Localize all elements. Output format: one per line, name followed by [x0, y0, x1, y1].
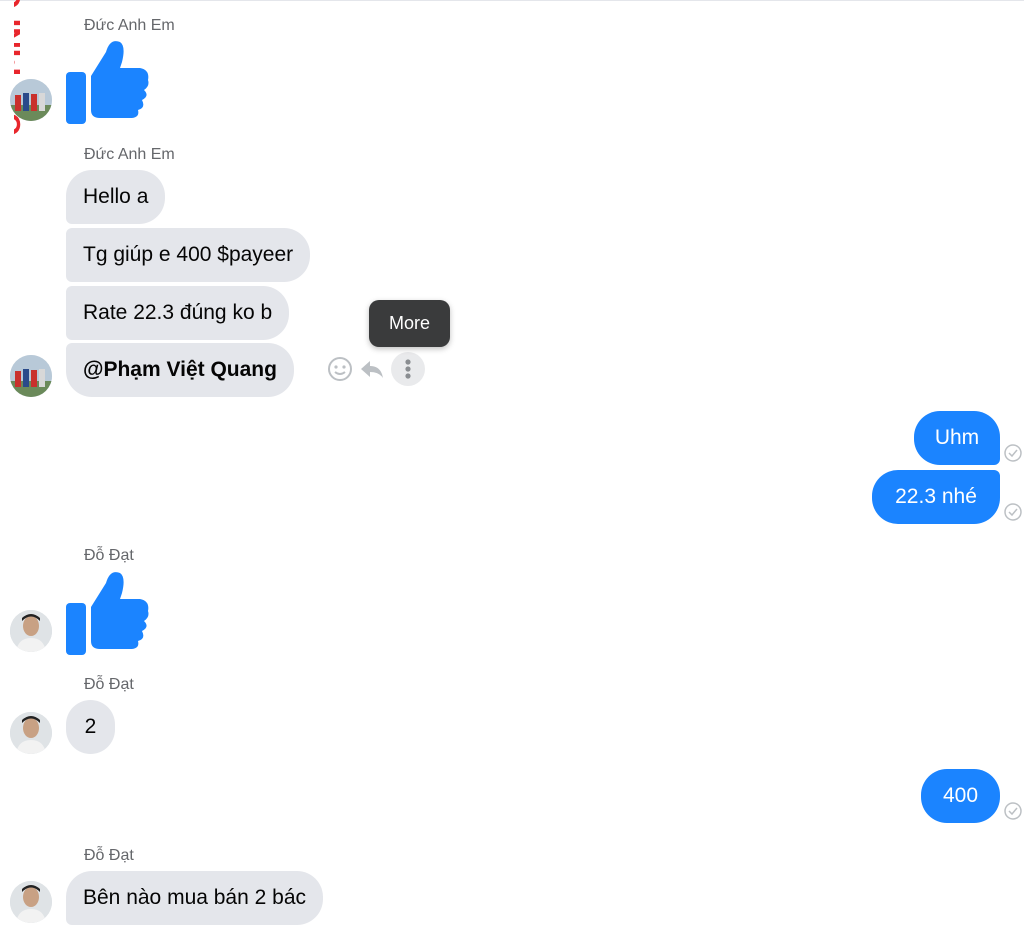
sent-check-icon — [1004, 444, 1022, 462]
sent-check-icon — [1004, 802, 1022, 820]
reply-arrow-icon[interactable] — [355, 352, 389, 386]
sender-name: Đỗ Đạt — [84, 847, 134, 864]
sent-check-icon — [1004, 503, 1022, 521]
message-bubble[interactable]: Tg giúp e 400 $payeer — [66, 228, 311, 282]
message-bubble-outgoing[interactable]: 22.3 nhé — [872, 470, 1000, 524]
message-bubble-outgoing[interactable]: 400 — [921, 769, 1000, 823]
message-bubble-outgoing[interactable]: Uhm — [914, 411, 1000, 465]
avatar[interactable] — [10, 355, 52, 397]
message-bubble[interactable]: Bên nào mua bán 2 bác — [66, 871, 324, 925]
avatar[interactable] — [10, 610, 52, 652]
avatar[interactable] — [10, 79, 52, 121]
message-bubble[interactable]: @Phạm Việt Quang — [66, 343, 294, 397]
avatar[interactable] — [10, 881, 52, 923]
sender-name: Đỗ Đạt — [84, 676, 134, 693]
sender-name: Đức Anh Em — [84, 17, 175, 34]
vertical-dots-icon[interactable] — [391, 352, 425, 386]
thumbs-up-icon[interactable] — [64, 38, 150, 124]
smiley-icon[interactable] — [323, 352, 357, 386]
avatar[interactable] — [10, 712, 52, 754]
sender-name: Đức Anh Em — [84, 146, 175, 163]
thumbs-up-icon[interactable] — [64, 569, 150, 655]
more-tooltip: More — [369, 300, 450, 347]
sender-name: Đỗ Đạt — [84, 547, 134, 564]
message-bubble[interactable]: 2 — [66, 700, 115, 754]
message-bubble[interactable]: Hello a — [66, 170, 166, 224]
top-divider — [0, 0, 1024, 1]
message-bubble[interactable]: Rate 22.3 đúng ko b — [66, 286, 290, 340]
